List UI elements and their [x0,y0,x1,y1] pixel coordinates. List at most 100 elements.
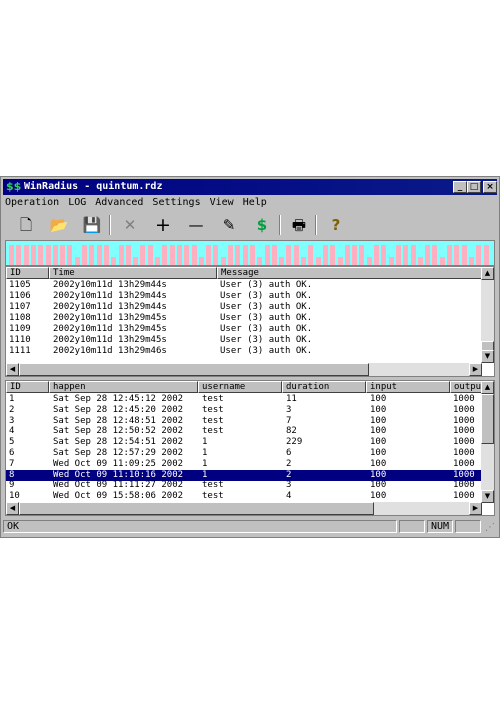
session-row-selected[interactable]: 8 Wed Oct 09 11:10:16 2002 1 2 100 1000 [6,469,482,481]
traffic-bar [38,245,44,265]
edit-icon[interactable]: ✎ [218,215,240,235]
traffic-bar [374,245,379,265]
traffic-bar [125,245,131,265]
session-horizontal-scrollbar[interactable]: ◀ ▶ [6,502,482,515]
log-time: 2002y10m11d 13h29m45s [53,335,167,345]
session-row[interactable]: 2 Sat Sep 28 12:45:20 2002 test 3 100 1000 [6,405,482,416]
log-row[interactable]: 1107 2002y10m11d 13h29m44s User (3) auth O… [6,302,482,313]
scroll-up-icon[interactable]: ▲ [481,267,494,280]
print-icon[interactable]: 🖶 [288,215,310,235]
save-icon[interactable]: 💾 [81,215,103,235]
session-username: test [202,426,224,437]
log-row[interactable]: 1110 2002y10m11d 13h29m45s User (3) auth O… [6,335,482,346]
session-id: 2 [9,404,15,415]
scroll-thumb[interactable] [19,502,374,515]
session-header-username[interactable]: username [198,381,282,393]
delete-icon[interactable]: ✕ [119,215,141,235]
log-id: 1111 [9,346,31,356]
session-happen: Sat Sep 28 12:48:51 2002 [53,415,184,426]
scroll-right-icon[interactable]: ▶ [469,502,482,515]
session-input: 100 [370,394,387,404]
minimize-button[interactable]: _ [453,181,467,193]
session-header-id[interactable]: ID [6,381,49,393]
traffic-bar [184,245,190,265]
session-row[interactable]: 5 Sat Sep 28 12:54:51 2002 1 229 100 1000 [6,437,482,448]
log-header-message[interactable]: Message [217,267,482,279]
log-message: User (3) auth OK. [220,346,313,356]
session-input: 100 [370,404,387,415]
session-row[interactable]: 10 Wed Oct 09 15:58:06 2002 test 4 100 1000 [6,491,482,502]
session-header-duration[interactable]: duration [282,381,366,393]
num-lock-indicator: NUM [427,520,453,533]
new-file-icon[interactable]: 🗋 [15,215,37,235]
help-icon[interactable]: ? [325,215,347,235]
session-header-happen[interactable]: happen [49,381,198,393]
traffic-bar [155,257,160,265]
session-happen: Sat Sep 28 12:54:51 2002 [53,437,184,448]
session-id: 9 [9,480,15,491]
status-bar: OK NUM ⋰ [3,519,497,535]
session-row[interactable]: 3 Sat Sep 28 12:48:51 2002 test 7 100 1000 [6,416,482,427]
menu-operation[interactable]: Operation [5,197,59,211]
scroll-thumb[interactable] [481,394,494,444]
log-message: User (3) auth OK. [220,313,313,323]
session-id: 4 [9,426,15,437]
session-output: 1000 [453,491,475,502]
traffic-bar [140,245,146,265]
menu-help[interactable]: Help [243,197,267,211]
session-row[interactable]: 4 Sat Sep 28 12:50:52 2002 test 82 100 1000 [6,426,482,437]
log-header-id[interactable]: ID [6,267,49,279]
scroll-down-icon[interactable]: ▼ [481,350,494,363]
log-id: 1105 [9,280,31,290]
log-row[interactable]: 1111 2002y10m11d 13h29m46s User (3) auth O… [6,346,482,357]
log-id: 1109 [9,324,31,334]
session-happen: Sat Sep 28 12:57:29 2002 [53,448,184,458]
scroll-thumb[interactable] [19,363,369,376]
traffic-bar [257,257,263,265]
session-duration: 4 [286,491,292,502]
scroll-up-icon[interactable]: ▲ [481,381,494,394]
menu-settings[interactable]: Settings [152,197,200,211]
log-row[interactable]: 1106 2002y10m11d 13h29m44s User (3) auth O… [6,291,482,302]
traffic-bar [403,245,409,265]
session-happen: Sat Sep 28 12:45:20 2002 [53,404,184,415]
session-row[interactable]: 7 Wed Oct 09 11:09:25 2002 1 2 100 1000 [6,459,482,470]
session-input: 100 [370,437,387,448]
menu-log[interactable]: LOG [68,197,86,211]
traffic-bar [476,245,482,265]
billing-icon[interactable]: $ [251,215,273,235]
session-header-input[interactable]: input [366,381,450,393]
traffic-bar [198,257,204,265]
title-bar[interactable]: $$ WinRadius - quintum.rdz _ □ × [3,179,497,195]
log-header-time[interactable]: Time [49,267,217,279]
session-output: 1000 [453,415,475,426]
log-vertical-scrollbar[interactable]: ▲ ▼ [481,267,494,363]
session-vertical-scrollbar[interactable]: ▲ ▼ [481,381,494,503]
session-row[interactable]: 1 Sat Sep 28 12:45:12 2002 test 11 100 1000 [6,394,482,405]
scroll-right-icon[interactable]: ▶ [469,363,482,376]
menu-view[interactable]: View [210,197,234,211]
log-horizontal-scrollbar[interactable]: ◀ ▶ [6,363,482,376]
session-input: 100 [370,469,387,480]
scroll-left-icon[interactable]: ◀ [6,363,19,376]
log-message: User (3) auth OK. [220,324,313,334]
traffic-bar [220,257,226,265]
maximize-button[interactable]: □ [467,181,481,193]
scroll-down-icon[interactable]: ▼ [481,490,494,503]
session-list: ID happen username duration input output… [5,380,495,516]
log-row[interactable]: 1109 2002y10m11d 13h29m45s User (3) auth O… [6,324,482,335]
session-id: 8 [9,469,15,480]
session-happen: Wed Oct 09 15:58:06 2002 [53,491,184,502]
traffic-bar [45,245,51,265]
session-row[interactable]: 9 Wed Oct 09 11:11:27 2002 test 3 100 1000 [6,480,482,491]
resize-grip-icon[interactable]: ⋰ [485,522,495,533]
remove-icon[interactable]: — [185,215,207,235]
open-folder-icon[interactable]: 📂 [48,215,70,235]
menu-advanced[interactable]: Advanced [95,197,143,211]
session-row[interactable]: 6 Sat Sep 28 12:57:29 2002 1 6 100 1000 [6,448,482,459]
close-button[interactable]: × [483,181,497,193]
scroll-left-icon[interactable]: ◀ [6,502,19,515]
log-row[interactable]: 1105 2002y10m11d 13h29m44s User (3) auth O… [6,280,482,291]
log-row[interactable]: 1108 2002y10m11d 13h29m45s User (3) auth O… [6,313,482,324]
add-icon[interactable]: + [152,215,174,235]
